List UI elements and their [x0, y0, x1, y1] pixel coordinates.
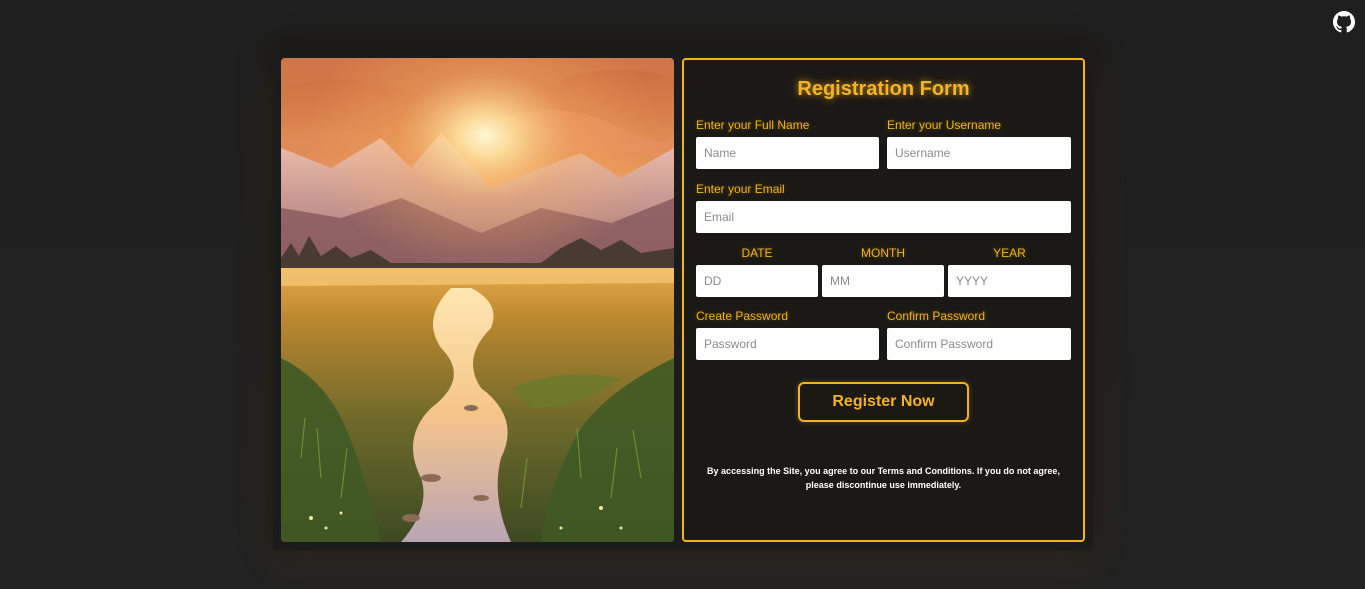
sunset-landscape-illustration: [281, 58, 674, 542]
register-button[interactable]: Register Now: [798, 382, 969, 422]
month-input[interactable]: [822, 265, 944, 297]
username-label: Enter your Username: [887, 118, 1002, 132]
form-title: Registration Form: [797, 78, 970, 100]
date-label: DATE: [741, 246, 773, 260]
year-input[interactable]: [948, 265, 1071, 297]
username-input[interactable]: [887, 137, 1071, 169]
terms-notice: By accessing the Site, you agree to our …: [707, 466, 1060, 490]
fullname-input[interactable]: [696, 137, 879, 169]
year-label: YEAR: [993, 246, 1026, 260]
github-link[interactable]: [1333, 11, 1355, 33]
password-input[interactable]: [696, 328, 879, 360]
day-input[interactable]: [696, 265, 818, 297]
confirm-password-label: Confirm Password: [887, 309, 986, 323]
month-label: MONTH: [861, 246, 905, 260]
confirm-password-input[interactable]: [887, 328, 1071, 360]
landscape-image: [281, 58, 674, 542]
email-label: Enter your Email: [696, 182, 785, 196]
fullname-label: Enter your Full Name: [696, 118, 810, 132]
registration-form: Registration Form Enter your Full Name E…: [682, 58, 1085, 542]
registration-card: Registration Form Enter your Full Name E…: [273, 50, 1093, 550]
email-input[interactable]: [696, 201, 1071, 233]
page: Registration Form Enter your Full Name E…: [0, 0, 1365, 589]
github-icon: [1333, 11, 1355, 33]
password-label: Create Password: [696, 309, 789, 323]
